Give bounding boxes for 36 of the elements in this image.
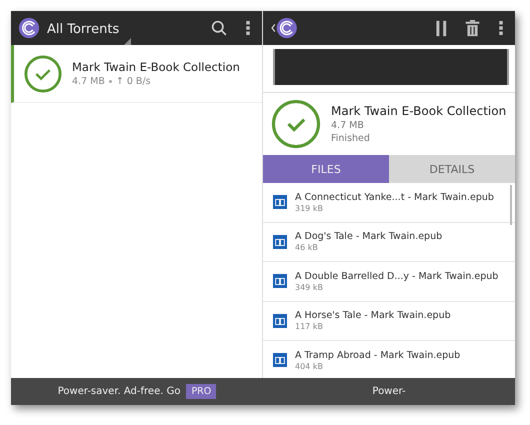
book-file-icon — [273, 353, 287, 368]
app-logo-icon[interactable] — [18, 17, 40, 39]
promo-text: Power-saver. Ad-free. Go — [58, 386, 180, 397]
upload-speed: ↑ 0 B/s — [116, 76, 151, 87]
torrent-name: Mark Twain E-Book Collection — [331, 104, 506, 118]
torrent-name: Mark Twain E-Book Collection — [72, 60, 240, 74]
overflow-menu-icon[interactable] — [499, 21, 503, 35]
tab[interactable]: DETAILS — [389, 155, 515, 183]
book-file-icon — [273, 314, 287, 328]
file-size: 349 kB — [295, 282, 324, 292]
promo-text: Power- — [372, 386, 406, 397]
file-name: A Dog's Tale - Mark Twain.epub — [295, 231, 442, 242]
pro-badge[interactable]: PRO — [186, 384, 216, 399]
file-size: 404 kB — [295, 362, 324, 371]
file-name: A Horse's Tale - Mark Twain.epub — [295, 310, 451, 322]
overflow-menu-icon[interactable] — [246, 21, 250, 35]
book-file-icon — [273, 195, 287, 210]
check-circle-icon — [271, 99, 321, 149]
check-circle-icon — [24, 54, 62, 92]
file-size: 319 kB — [295, 204, 324, 213]
back-logo-icon[interactable] — [270, 17, 298, 39]
torrent-size: 4.7 MB — [331, 120, 365, 131]
separator-dot — [108, 80, 112, 83]
file-size: 46 kB — [295, 243, 319, 252]
search-icon[interactable] — [211, 20, 228, 36]
torrent-status: Finished — [331, 133, 371, 144]
scrollbar — [510, 185, 512, 225]
tab[interactable]: FILES — [263, 155, 389, 183]
book-file-icon — [273, 234, 287, 249]
book-file-icon — [273, 274, 287, 288]
trash-icon[interactable] — [464, 20, 481, 36]
file-name: A Double Barrelled D...y - Mark Twain.epub — [295, 270, 498, 282]
file-size: 117 kB — [295, 322, 324, 332]
file-name: A Tramp Abroad - Mark Twain.epub — [295, 350, 460, 361]
file-name: A Connecticut Yanke...t - Mark Twain.epub — [295, 192, 494, 203]
torrent-size: 4.7 MB — [72, 76, 105, 87]
